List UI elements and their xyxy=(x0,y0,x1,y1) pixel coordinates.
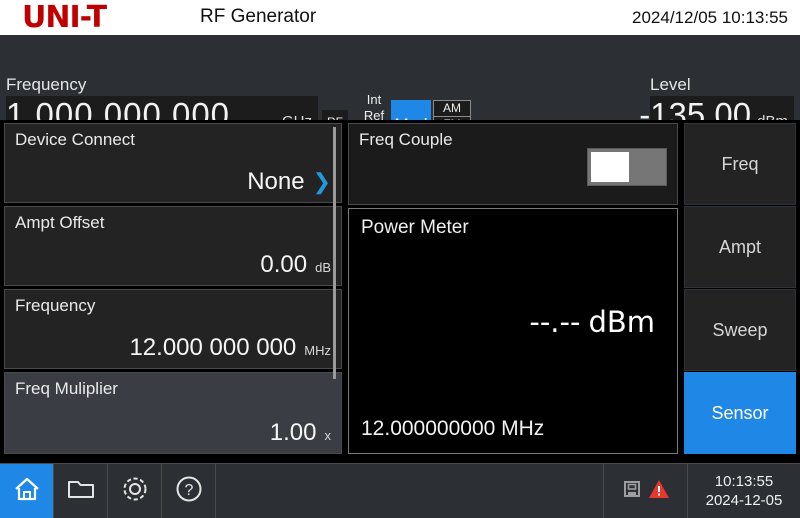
card-value: None ❯ xyxy=(247,168,331,196)
list-scrollbar[interactable] xyxy=(333,127,336,379)
card-value-unit: MHz xyxy=(304,343,331,358)
toggle-knob xyxy=(591,152,629,182)
folder-icon xyxy=(66,476,96,507)
tab-ampt[interactable]: Ampt xyxy=(684,206,796,288)
titlebar: UNI-T RF Generator 2024/12/05 10:13:55 xyxy=(0,0,800,35)
tab-sweep[interactable]: Sweep xyxy=(684,289,796,371)
card-value-text: 12.000 000 000 xyxy=(129,334,296,361)
freq-couple-card[interactable]: Freq Couple xyxy=(348,123,678,205)
status-icons xyxy=(604,464,688,518)
list-item-device-connect[interactable]: Device Connect None ❯ xyxy=(4,123,342,203)
frequency-group-label: Frequency xyxy=(6,75,86,95)
help-button[interactable]: ? xyxy=(162,464,216,518)
storage-icon xyxy=(622,479,642,504)
list-item-frequency[interactable]: Frequency 12.000 000 000 MHz xyxy=(4,289,342,369)
card-title: Ampt Offset xyxy=(15,213,104,233)
card-value: 12.000 000 000 MHz xyxy=(129,334,331,362)
power-meter-value: --.-- xyxy=(529,305,580,339)
clock-date: 2024-12-05 xyxy=(706,491,783,510)
list-item-ampt-offset[interactable]: Ampt Offset 0.00 dB xyxy=(4,206,342,286)
freq-couple-toggle[interactable] xyxy=(587,148,667,186)
toolbar-spacer xyxy=(216,464,604,518)
titlebar-datetime: 2024/12/05 10:13:55 xyxy=(632,8,788,28)
freq-couple-label: Freq Couple xyxy=(359,130,453,150)
card-value-unit: dB xyxy=(315,260,331,275)
power-meter-unit: dBm xyxy=(588,305,655,339)
bottom-toolbar: ? 10:13:55 2024-1 xyxy=(0,463,800,518)
card-title: Device Connect xyxy=(15,130,135,150)
card-value-text: 0.00 xyxy=(260,251,307,278)
list-item-freq-multiplier[interactable]: Freq Muliplier 1.00 x xyxy=(4,372,342,454)
reference-line1: Int xyxy=(361,92,387,108)
files-button[interactable] xyxy=(54,464,108,518)
home-icon xyxy=(12,475,42,508)
power-meter-reading: --.--dBm xyxy=(529,305,655,339)
gear-icon xyxy=(120,474,150,509)
clock-time: 10:13:55 xyxy=(715,472,773,491)
level-group-label: Level xyxy=(650,75,691,95)
center-column: Freq Couple Power Meter --.--dBm 12.0000… xyxy=(348,123,678,457)
tab-freq[interactable]: Freq xyxy=(684,123,796,205)
status-clock: 10:13:55 2024-12-05 xyxy=(688,464,800,518)
main-area: Device Connect None❯ Ampt Offset 0.00dB … xyxy=(0,120,800,460)
card-value-text: 1.00 xyxy=(270,419,317,446)
settings-button[interactable] xyxy=(108,464,162,518)
card-value: 0.00 dB xyxy=(260,251,331,279)
tab-sensor[interactable]: Sensor xyxy=(684,372,796,454)
help-icon: ? xyxy=(174,474,204,509)
power-meter-frequency: 12.000000000 MHz xyxy=(361,417,544,441)
function-tabs: Freq Ampt Sweep Sensor xyxy=(684,123,796,457)
home-button[interactable] xyxy=(0,464,54,518)
page-title: RF Generator xyxy=(200,6,316,28)
card-value: 1.00 x xyxy=(270,419,331,447)
power-meter-panel[interactable]: Power Meter --.--dBm 12.000000000 MHz xyxy=(348,208,678,454)
parameter-list: Device Connect None❯ Ampt Offset 0.00dB … xyxy=(4,123,342,457)
card-title: Frequency xyxy=(15,296,95,316)
mod-type-am[interactable]: AM xyxy=(433,100,471,117)
power-meter-title: Power Meter xyxy=(361,217,469,239)
rf-generator-app: UNI-T RF Generator 2024/12/05 10:13:55 F… xyxy=(0,0,800,518)
chevron-right-icon[interactable]: ❯ xyxy=(313,169,331,194)
brand-logo: UNI-T xyxy=(22,3,106,33)
card-value-text: None xyxy=(247,168,304,195)
card-value-unit: x xyxy=(325,428,332,443)
svg-text:?: ? xyxy=(184,482,193,499)
card-title: Freq Muliplier xyxy=(15,379,118,399)
warning-icon xyxy=(648,479,670,504)
top-meter-strip: Frequency 1.000 000 000 000 GHz RF Off I… xyxy=(0,35,800,120)
